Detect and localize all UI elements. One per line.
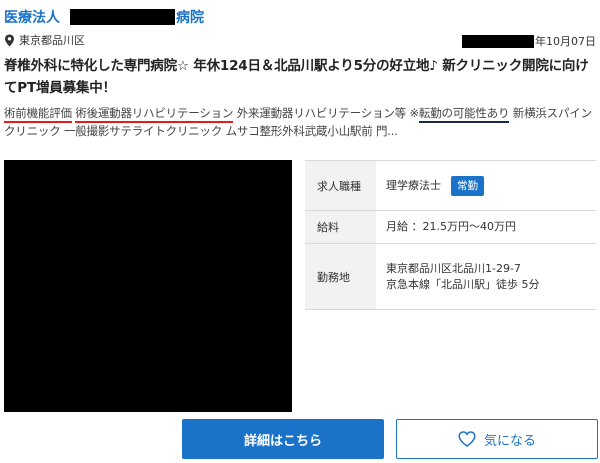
row-workplace: 勤務地 東京都品川区北品川1-29-7 京急本線「北品川駅」徒歩 5分 [305,244,596,309]
favorite-button-label: 気になる [483,433,536,449]
employment-badge: 常勤 [451,175,484,196]
tag-preop-evaluation: 術前機能評価 [4,106,72,123]
details-button-label: 詳細はこちら [243,433,322,449]
info-table: 求人職種 理学療法士 常勤 給料 月給 ：21.5万円〜40万円 勤務地 東京都… [305,160,596,310]
job-type-label: 求人職種 [305,161,376,210]
job-title[interactable]: 脊椎外科に特化した専門病院☆ 年休124日＆北品川駅より5分の好立地♪ 新クリニ… [4,55,596,99]
note-prefix: ※ [409,106,419,120]
facility-photo [4,160,292,412]
location-text: 東京都品川区 [19,34,85,47]
job-tags: 術前機能評価 術後運動器リハビリテーション 外来運動器リハビリテーション等 ※転… [4,104,596,140]
job-type-value: 理学療法士 常勤 [376,161,596,210]
job-card: 医療法人 病院 東京都品川区 年10月07日 脊椎外科に特化した専門病院☆ 年休… [0,0,600,463]
heart-outline-icon [458,431,476,447]
salary-value: 月給 ：21.5万円〜40万円 [386,220,516,233]
workplace-value: 東京都品川区北品川1-29-7 京急本線「北品川駅」徒歩 5分 [376,244,596,309]
post-date: 年10月07日 [462,33,596,49]
row-job-type: 求人職種 理学療法士 常勤 [305,161,596,211]
org-suffix: 病院 [176,10,204,26]
workplace-label: 勤務地 [305,244,376,309]
facility-name[interactable]: 医療法人 病院 [4,6,204,28]
org-prefix: 医療法人 [4,10,60,26]
favorite-button[interactable]: 気になる [396,419,598,459]
redacted-date [462,34,534,48]
address: 東京都品川区北品川1-29-7 京急本線「北品川駅」徒歩 5分 [386,261,540,293]
row-salary: 給料 月給 ：21.5万円〜40万円 [305,211,596,244]
address-line2: 京急本線「北品川駅」徒歩 5分 [386,277,540,291]
meta-row: 東京都品川区 年10月07日 [4,32,596,50]
tag-postop-rehab: 術後運動器リハビリテーション [75,106,233,123]
salary-label: 給料 [305,211,376,243]
job-type-text: 理学療法士 [386,178,441,192]
details-button[interactable]: 詳細はこちら [182,419,384,459]
tag-outpatient-rehab: 外来運動器リハビリテーション等 [236,106,406,120]
location-pin-icon [5,34,14,46]
date-text: 年10月07日 [535,35,596,48]
transfer-note: 転勤の可能性あり [418,106,510,123]
location: 東京都品川区 [4,32,85,48]
address-line1: 東京都品川区北品川1-29-7 [386,261,521,275]
redacted-name [70,9,175,25]
